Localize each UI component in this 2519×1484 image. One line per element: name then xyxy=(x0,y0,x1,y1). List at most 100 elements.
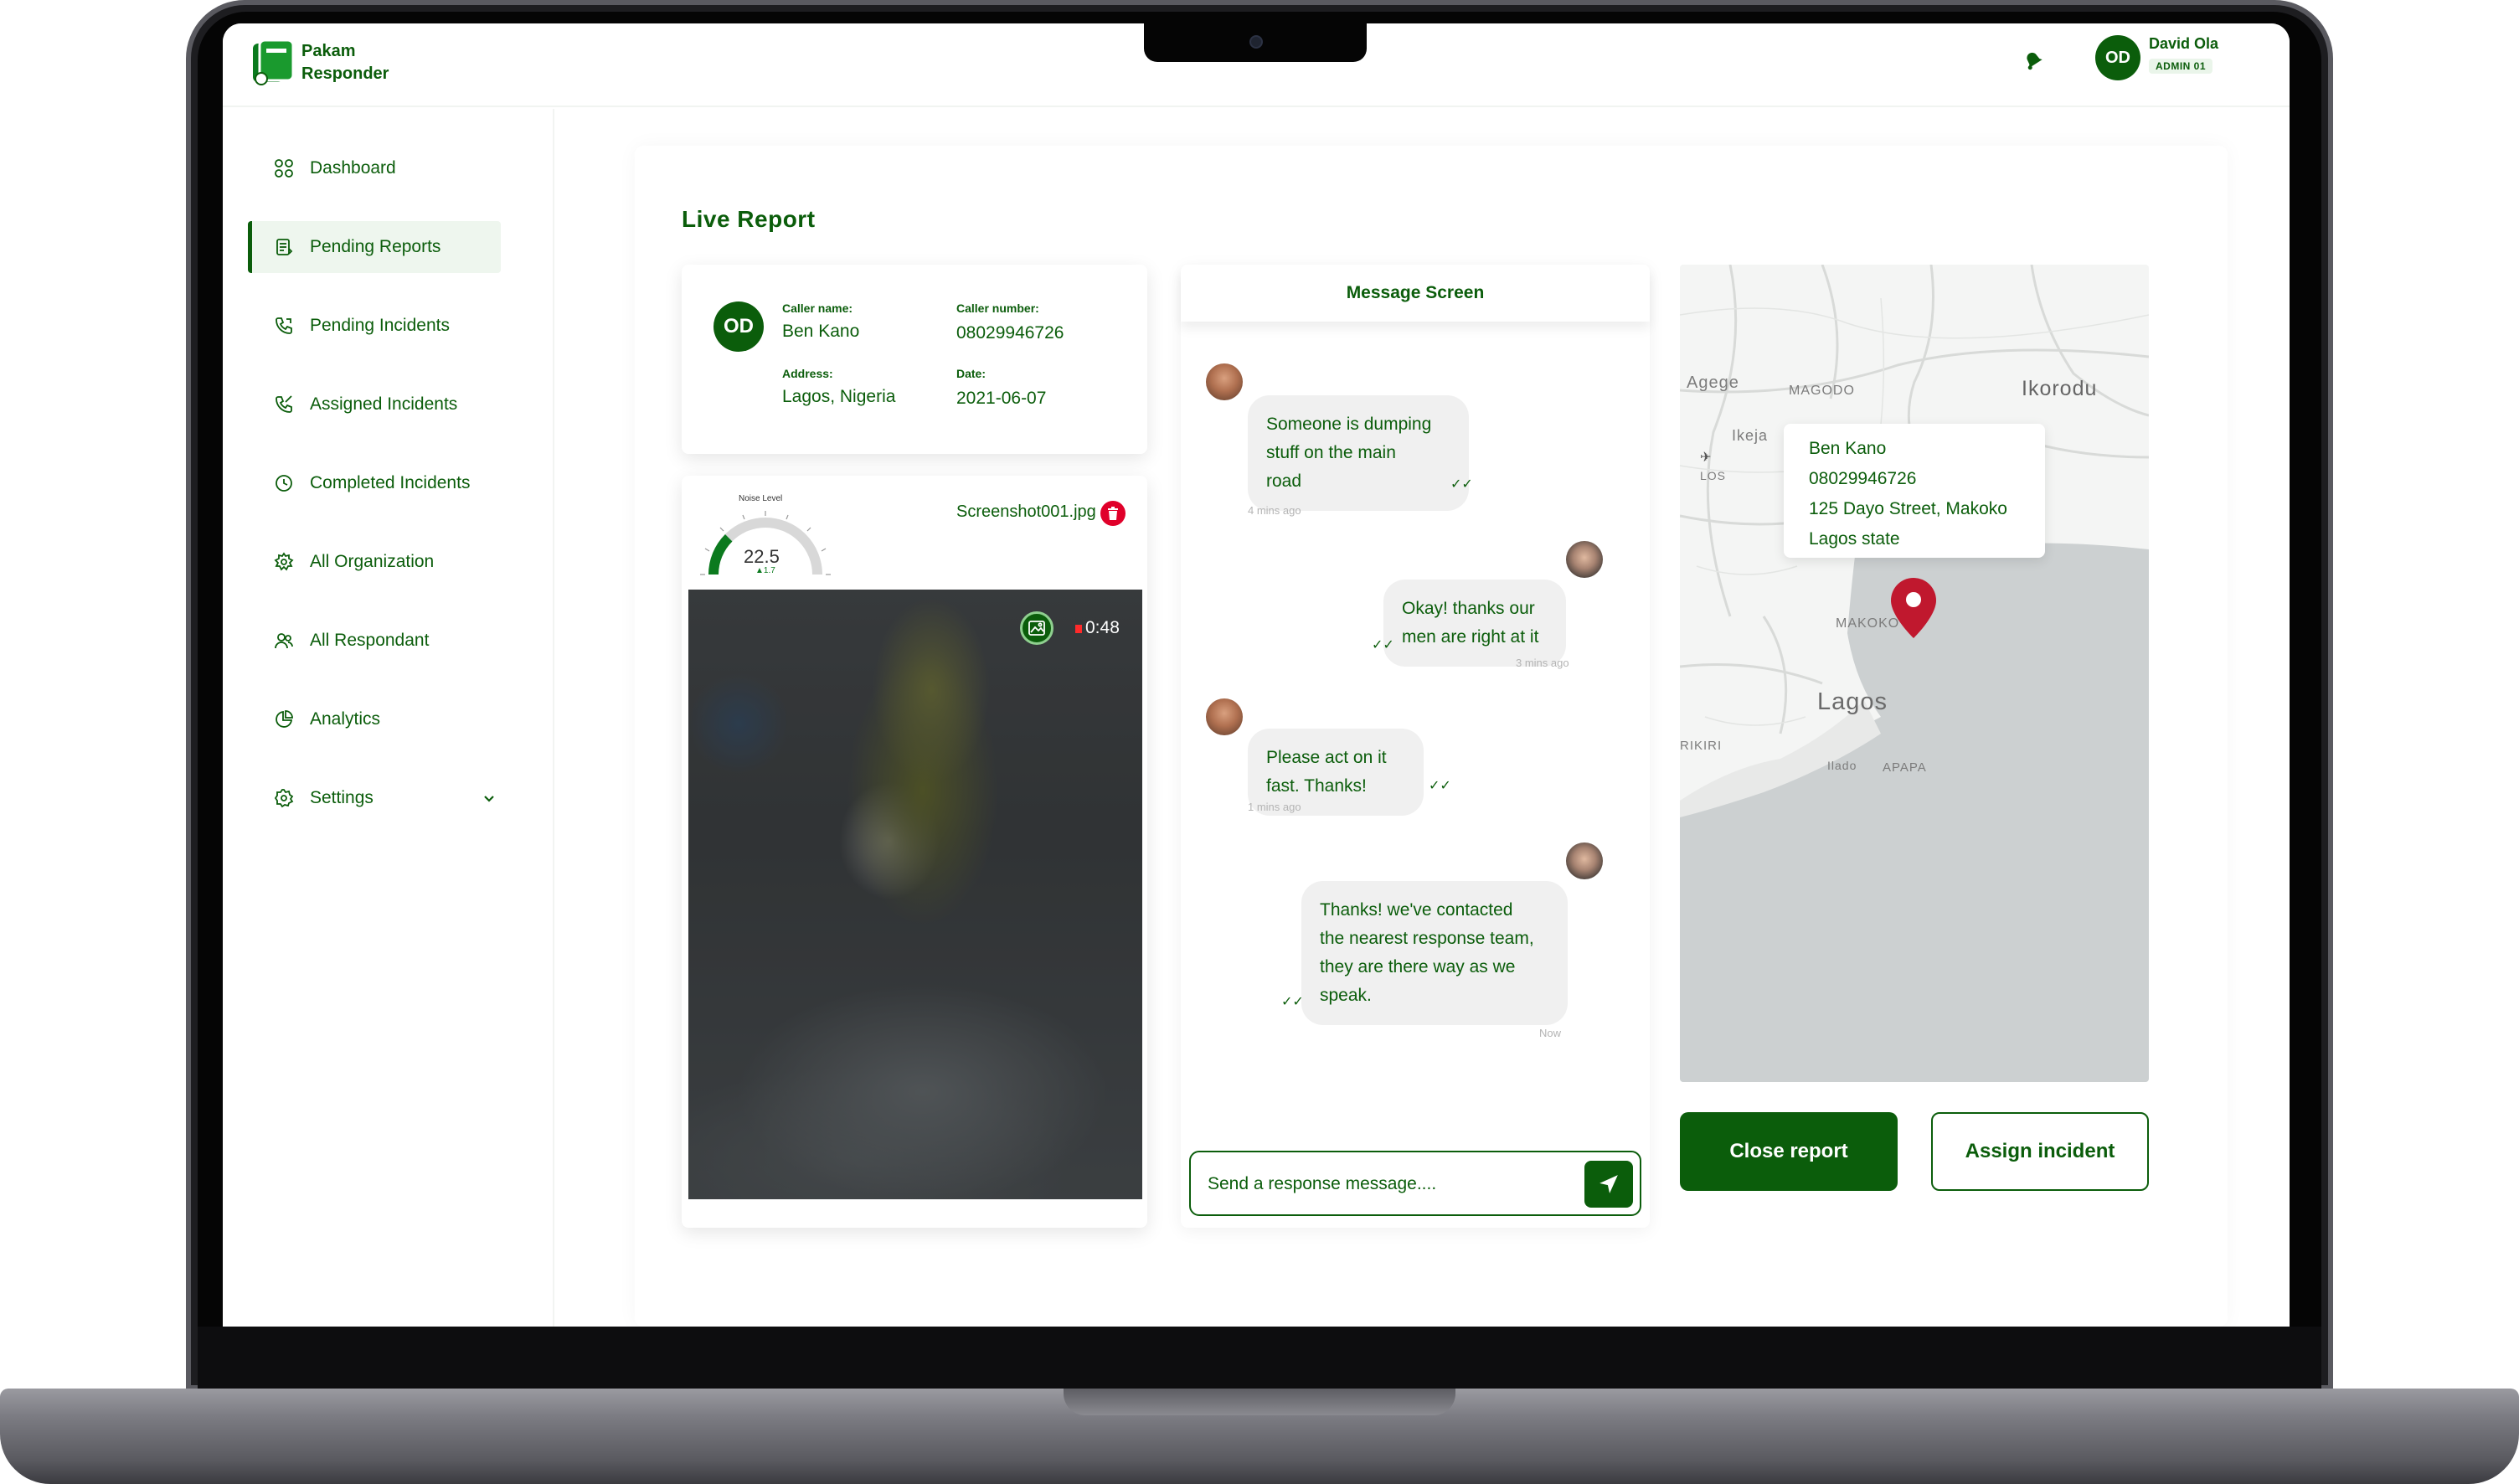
page-title: Live Report xyxy=(682,206,816,232)
message-line: Okay! thanks our xyxy=(1402,599,1535,618)
sidebar-item-label: All Organization xyxy=(310,552,435,571)
tooltip-phone: 08029946726 xyxy=(1809,469,1917,488)
camera-icon xyxy=(1249,35,1263,49)
date-label: Date: xyxy=(956,367,986,380)
user-avatar[interactable]: OD xyxy=(2095,35,2140,80)
attachment-file-name[interactable]: Screenshot001.jpg xyxy=(956,502,1096,522)
sidebar-item-dashboard[interactable]: Dashboard xyxy=(248,142,501,194)
location-pin-icon[interactable] xyxy=(1889,576,1938,640)
sidebar-item-label: Pending Reports xyxy=(310,237,441,256)
double-check-icon: ✓✓ xyxy=(1429,779,1451,793)
image-icon xyxy=(1028,621,1045,636)
double-check-icon: ✓✓ xyxy=(1281,995,1304,1009)
double-check-icon: ✓✓ xyxy=(1450,477,1473,492)
double-check-icon: ✓✓ xyxy=(1372,638,1394,652)
assign-incident-button[interactable]: Assign incident xyxy=(1931,1112,2149,1191)
caller-name-label: Caller name: xyxy=(782,301,853,315)
message-line: men are right at it xyxy=(1402,627,1539,647)
sidebar: Dashboard Pending Reports Pending Incide… xyxy=(223,109,554,1327)
close-report-button[interactable]: Close report xyxy=(1680,1112,1898,1191)
video-dim-overlay xyxy=(688,590,1142,1199)
message-screen-header: Message Screen xyxy=(1181,265,1650,322)
map-label-rikiri: RIKIRI xyxy=(1680,739,1723,753)
map-label-ikeja: Ikeja xyxy=(1732,427,1769,444)
message-line: stuff on the main xyxy=(1266,443,1396,462)
message-line: fast. Thanks! xyxy=(1266,776,1367,796)
sidebar-item-label: Analytics xyxy=(310,709,381,729)
address-value: Lagos, Nigeria xyxy=(782,387,896,406)
message-line: speak. xyxy=(1320,986,1372,1005)
message-bubble: Okay! thanks our men are right at it xyxy=(1383,580,1566,667)
map-label-ikorodu: Ikorodu xyxy=(2022,377,2098,400)
noise-level-delta: ▲1.7 xyxy=(755,566,775,575)
map-label-ilado: Ilado xyxy=(1827,759,1857,772)
pakam-logo-icon xyxy=(253,40,295,85)
laptop-chin xyxy=(198,1327,2321,1390)
gear-icon xyxy=(273,787,295,809)
capture-image-button[interactable] xyxy=(1020,611,1053,645)
sidebar-item-analytics[interactable]: Analytics xyxy=(248,693,501,745)
incident-video[interactable]: 0:48 xyxy=(688,590,1142,1199)
sidebar-item-completed-incidents[interactable]: Completed Incidents xyxy=(248,457,501,509)
map-label-agege: Agege xyxy=(1687,374,1739,392)
organization-icon xyxy=(273,551,295,573)
caller-name-value: Ben Kano xyxy=(782,322,860,341)
caller-info-card: OD Caller name: Ben Kano Caller number: … xyxy=(682,265,1147,454)
message-line: they are there way as we xyxy=(1320,957,1516,976)
message-line: Thanks! we've contacted xyxy=(1320,900,1513,920)
sidebar-item-label: Dashboard xyxy=(310,158,396,178)
message-time: 3 mins ago xyxy=(1516,657,1569,669)
message-time: Now xyxy=(1539,1027,1562,1039)
message-line: Someone is dumping xyxy=(1266,415,1432,434)
notification-bell-button[interactable] xyxy=(2015,42,2052,79)
pie-chart-icon xyxy=(273,709,295,730)
grid-icon xyxy=(273,157,295,179)
incident-location-map[interactable]: Agege MAGODO Ikorodu Ikeja ✈ LOS MAKOKO … xyxy=(1680,265,2149,1082)
map-label-apapa: APAPA xyxy=(1883,760,1927,775)
responder-avatar xyxy=(1566,541,1603,578)
laptop-base-groove xyxy=(1064,1389,1455,1415)
sidebar-item-all-organization[interactable]: All Organization xyxy=(248,536,501,588)
send-icon xyxy=(1599,1175,1618,1193)
recording-indicator-icon xyxy=(1075,625,1082,633)
sidebar-item-pending-incidents[interactable]: Pending Incidents xyxy=(248,300,501,352)
send-message-button[interactable] xyxy=(1584,1161,1633,1208)
clock-icon xyxy=(273,472,295,494)
message-bubble: Someone is dumping stuff on the main roa… xyxy=(1248,395,1469,511)
reporter-avatar xyxy=(1206,363,1243,400)
noise-level-value: 22.5 xyxy=(744,546,780,567)
sidebar-item-label: All Respondant xyxy=(310,631,430,650)
bell-icon xyxy=(2027,52,2043,70)
message-input-box xyxy=(1189,1151,1641,1216)
brand-name-line1: Pakam xyxy=(301,42,356,60)
sidebar-item-pending-reports[interactable]: Pending Reports xyxy=(248,221,501,273)
message-time: 4 mins ago xyxy=(1248,504,1301,517)
location-tooltip: Ben Kano 08029946726 125 Dayo Street, Ma… xyxy=(1784,424,2045,558)
noise-level-label: Noise Level xyxy=(739,494,783,503)
date-value: 2021-06-07 xyxy=(956,389,1047,408)
map-label-los: LOS xyxy=(1700,469,1727,482)
sidebar-item-assigned-incidents[interactable]: Assigned Incidents xyxy=(248,379,501,430)
sidebar-item-all-respondant[interactable]: All Respondant xyxy=(248,615,501,667)
tooltip-state: Lagos state xyxy=(1809,529,1900,549)
tooltip-street: 125 Dayo Street, Makoko xyxy=(1809,499,2007,518)
sidebar-item-label: Pending Incidents xyxy=(310,316,450,335)
sidebar-item-settings[interactable]: Settings xyxy=(248,772,501,824)
sidebar-item-label: Settings xyxy=(310,788,373,807)
reporter-avatar xyxy=(1206,698,1243,735)
brand-name: Pakam Responder xyxy=(301,40,389,85)
message-line: road xyxy=(1266,471,1302,491)
map-label-magodo: MAGODO xyxy=(1789,384,1855,398)
chevron-down-icon[interactable] xyxy=(481,790,497,806)
tooltip-name: Ben Kano xyxy=(1809,439,1887,458)
camera-notch xyxy=(1144,23,1367,62)
user-name: David Ola xyxy=(2149,35,2219,52)
message-line: the nearest response team, xyxy=(1320,929,1534,948)
caller-avatar: OD xyxy=(713,301,764,352)
message-bubble: Thanks! we've contacted the nearest resp… xyxy=(1301,881,1568,1025)
response-message-input[interactable] xyxy=(1208,1164,1576,1204)
message-line: Please act on it xyxy=(1266,748,1387,767)
responder-avatar xyxy=(1566,842,1603,879)
message-panel: Message Screen Someone is dumping stuff … xyxy=(1181,265,1650,1228)
delete-attachment-button[interactable] xyxy=(1100,501,1126,526)
